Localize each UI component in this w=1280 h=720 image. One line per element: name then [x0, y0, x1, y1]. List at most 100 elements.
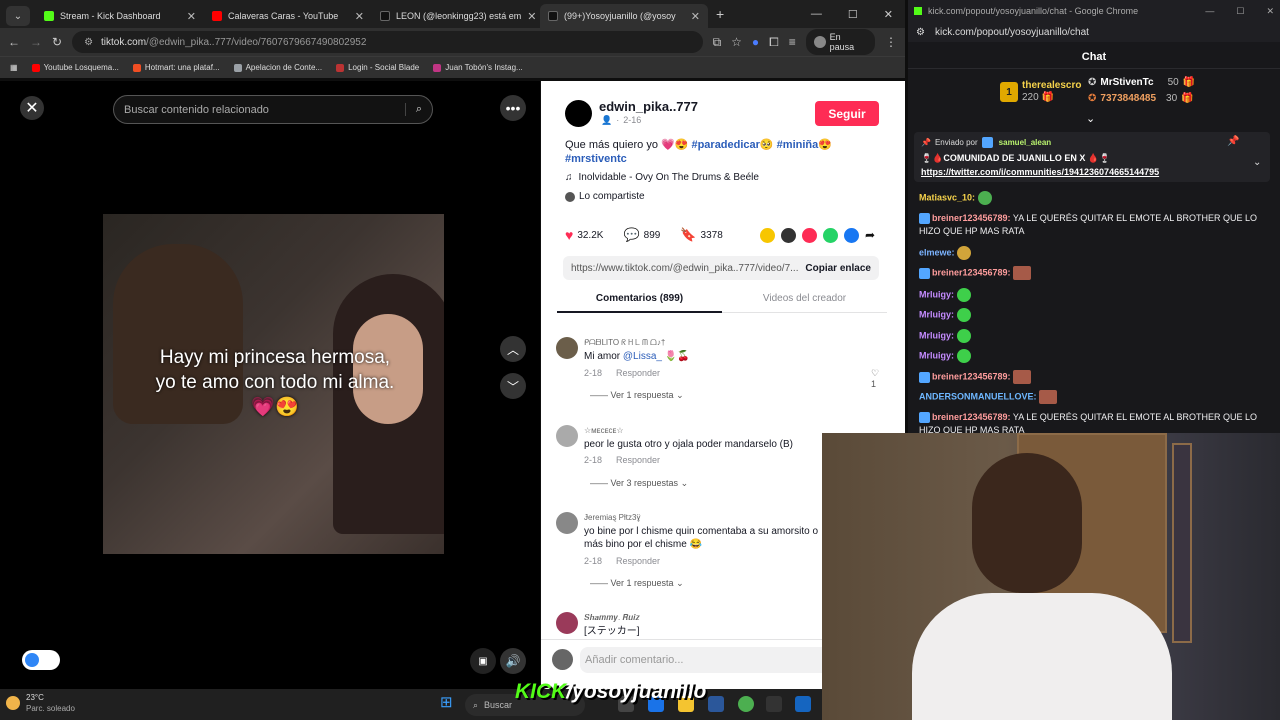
heart-icon: ♥ — [565, 227, 574, 243]
instagram-icon — [433, 63, 442, 72]
reply-button[interactable]: Responder — [616, 556, 660, 566]
site-info-icon[interactable]: ⚙ — [84, 37, 93, 48]
more-options-icon[interactable]: ••• — [500, 95, 526, 121]
bookmark-instagram[interactable]: Juan Tobón's Instag... — [433, 63, 523, 72]
background-curtain — [1172, 443, 1192, 643]
next-video-chevron-down-icon[interactable]: ﹀ — [500, 373, 526, 399]
minimize-button[interactable]: — — [1205, 6, 1214, 17]
pinned-link[interactable]: https://twitter.com/i/communities/194123… — [921, 167, 1159, 177]
chat-url-bar[interactable]: ⚙ kick.com/popout/yosoyjuanillo/chat — [908, 22, 1280, 42]
store-icon[interactable] — [708, 696, 724, 712]
bookmark-apelacion[interactable]: Apelacion de Conte... — [233, 63, 322, 72]
minimize-button[interactable]: — — [811, 8, 822, 21]
share-icons-row: ➦ — [760, 228, 875, 243]
app-icon[interactable] — [766, 696, 782, 712]
extensions-puzzle-icon[interactable]: ⧠ — [769, 35, 779, 50]
medal-icon: ✪ — [1088, 77, 1097, 88]
avatar[interactable] — [556, 512, 578, 534]
share-link[interactable]: https://www.tiktok.com/@edwin_pika..777/… — [571, 263, 798, 274]
bookmark-youtube[interactable]: Youtube Losquema... — [31, 63, 119, 72]
coin-icon[interactable] — [760, 228, 775, 243]
tab-comments[interactable]: Comentarios (899) — [557, 293, 722, 313]
bookmark-star-icon[interactable]: ☆ — [731, 35, 742, 49]
youtube-icon — [31, 63, 40, 72]
reply-button[interactable]: Responder — [616, 368, 660, 378]
whatsapp-icon[interactable] — [823, 228, 838, 243]
bookmark-socialblade[interactable]: Login - Social Blade — [336, 63, 419, 72]
chrome-icon[interactable] — [738, 696, 754, 712]
author-username[interactable]: edwin_pika..777 — [599, 99, 698, 114]
avatar[interactable] — [556, 612, 578, 634]
reload-icon[interactable]: ↻ — [52, 35, 62, 49]
app-icon[interactable] — [795, 696, 811, 712]
avatar[interactable] — [556, 425, 578, 447]
shared-row: Lo compartiste — [565, 191, 645, 202]
weather-widget[interactable]: 23°C Parc. soleado — [6, 692, 75, 714]
close-tab-icon[interactable]: ✕ — [527, 10, 536, 23]
view-replies-button[interactable]: —— Ver 1 respuesta ⌄ — [590, 578, 684, 589]
close-icon[interactable]: ✕ — [20, 96, 44, 120]
pip-icon[interactable]: ▣ — [470, 648, 496, 674]
streamer-body — [912, 593, 1172, 720]
menu-kebab-icon[interactable]: ⋮ — [885, 35, 897, 49]
back-icon[interactable]: ← — [8, 35, 20, 49]
apps-grid-icon[interactable]: ▦ — [10, 63, 18, 72]
tab-yosoyjuanillo[interactable]: (99+)Yosoyjuanillo (@yosoy ✕ — [540, 4, 708, 28]
gift-icon: 🎁 — [1182, 77, 1196, 88]
avatar[interactable] — [565, 100, 592, 127]
windows-start-icon[interactable]: ⊞ — [440, 695, 456, 711]
comment-button[interactable]: 💬 899 — [623, 227, 660, 243]
site-info-icon[interactable]: ⚙ — [916, 27, 925, 38]
new-tab-button[interactable]: + — [716, 6, 724, 22]
copy-link-button[interactable]: Copiar enlace — [805, 263, 871, 274]
view-replies-button[interactable]: —— Ver 1 respuesta ⌄ — [590, 390, 684, 401]
globe-icon — [233, 63, 242, 72]
follow-button[interactable]: Seguir — [815, 101, 879, 126]
reply-button[interactable]: Responder — [616, 455, 660, 465]
tab-kick-dashboard[interactable]: Stream - Kick Dashboard ✕ — [36, 4, 204, 28]
close-window-button[interactable]: ✕ — [1266, 6, 1274, 17]
tab-youtube[interactable]: Calaveras Caras - YouTube ✕ — [204, 4, 372, 28]
stream-brand-overlay: KICK/yosoyjuanillo — [515, 680, 707, 703]
comment-like[interactable]: ♡ 1 — [871, 368, 886, 389]
avatar[interactable] — [556, 337, 578, 359]
send-icon[interactable] — [802, 228, 817, 243]
pin-icon[interactable]: 📌 — [1227, 136, 1239, 147]
share-arrow-icon[interactable]: ➦ — [865, 228, 875, 243]
volume-icon[interactable]: 🔊 — [500, 648, 526, 674]
close-window-button[interactable]: ✕ — [884, 8, 893, 21]
facebook-icon[interactable] — [844, 228, 859, 243]
autoscroll-toggle[interactable] — [22, 650, 60, 670]
save-button[interactable]: 🔖 3378 — [680, 227, 722, 243]
tab-leon-tiktok[interactable]: LEON (@leonkingg23) está em ✕ — [372, 4, 540, 28]
close-tab-icon[interactable]: ✕ — [691, 10, 700, 23]
maximize-button[interactable]: ☐ — [848, 8, 858, 21]
share-link-box: https://www.tiktok.com/@edwin_pika..777/… — [563, 256, 879, 280]
close-tab-icon[interactable]: ✕ — [355, 10, 364, 23]
comment-text: yo bine por l chisme quin comentaba a su… — [584, 526, 819, 550]
profile-paused-button[interactable]: En pausa — [805, 29, 875, 55]
search-icon[interactable]: ⌕ — [404, 103, 422, 116]
close-tab-icon[interactable]: ✕ — [187, 10, 196, 23]
user-icon: 👤 — [601, 115, 613, 125]
extension-icon[interactable]: ● — [752, 35, 759, 49]
chevron-down-icon[interactable]: ⌄ — [1253, 157, 1261, 168]
like-button[interactable]: ♥ 32.2K — [565, 227, 603, 243]
embed-icon[interactable] — [781, 228, 796, 243]
collapse-leaderboard-icon[interactable]: ⌄ — [1086, 112, 1095, 125]
forward-icon[interactable]: → — [30, 35, 42, 49]
music-row[interactable]: ♫ Inolvidable - Ovy On The Drums & Beéle — [565, 172, 759, 183]
previous-video-chevron-up-icon[interactable]: ︿ — [500, 336, 526, 362]
view-replies-button[interactable]: —— Ver 3 respuestas ⌄ — [590, 478, 688, 489]
add-comment-input[interactable]: Añadir comentario... — [580, 647, 830, 673]
install-app-icon[interactable]: ⧉ — [713, 35, 722, 50]
tab-list-button[interactable]: ⌄ — [6, 6, 30, 26]
badge-icon — [919, 267, 930, 279]
list-item: ᑭᗩᗷᒪITO ᖇ ᕼ ᒪ ᗰ ᗝ♪† Mi amor @Lissa_ 🌷🍒 2… — [556, 337, 886, 407]
maximize-button[interactable]: ☐ — [1236, 6, 1244, 17]
bookmark-hotmart[interactable]: Hotmart: una plataf... — [132, 63, 220, 72]
url-input[interactable]: ⚙ tiktok.com/@edwin_pika..777/video/7607… — [72, 31, 703, 53]
media-controls-icon[interactable]: ≡ — [789, 35, 796, 49]
related-search-input[interactable]: Buscar contenido relacionado ⌕ — [113, 95, 433, 124]
tab-creator-videos[interactable]: Videos del creador — [722, 293, 887, 313]
